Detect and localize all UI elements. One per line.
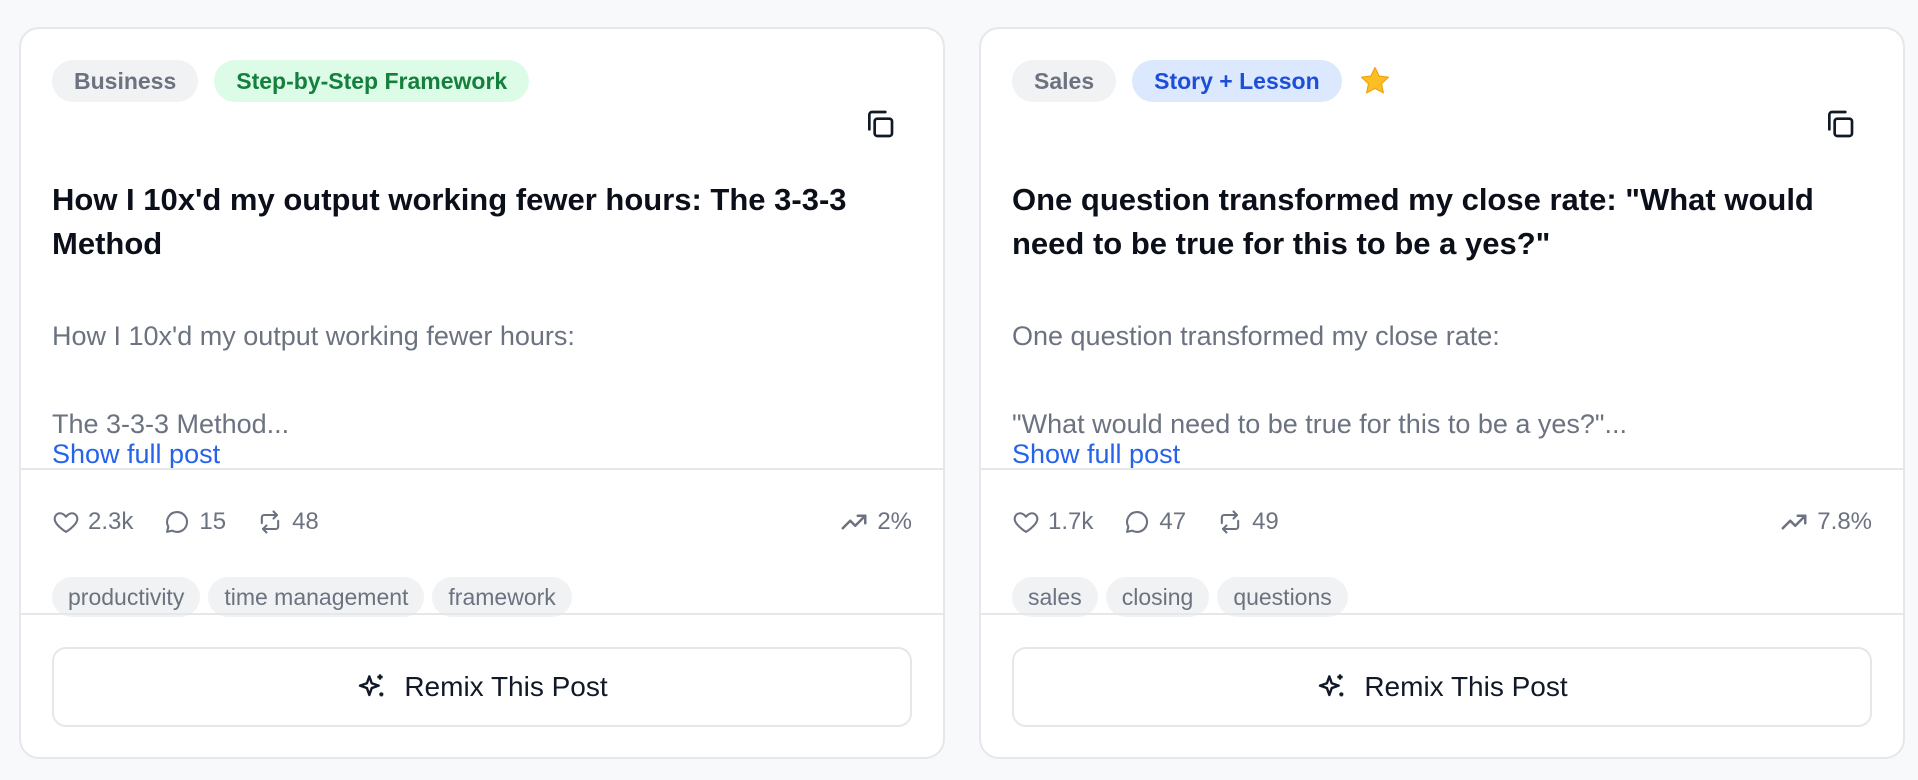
category-badge: Sales xyxy=(1012,60,1117,102)
star-icon xyxy=(1360,66,1389,94)
post-card: Sales Story + Lesson One question transf… xyxy=(979,27,1905,759)
category-badge: Business xyxy=(52,60,199,102)
tag[interactable]: framework xyxy=(432,577,572,617)
copy-button[interactable] xyxy=(1820,104,1860,144)
remix-label: Remix This Post xyxy=(404,671,608,702)
trending-up-icon xyxy=(1781,514,1807,530)
comments-count: 47 xyxy=(1159,508,1187,535)
divider xyxy=(21,613,943,615)
growth-stat: 7.8% xyxy=(1779,507,1872,537)
tag[interactable]: sales xyxy=(1012,577,1098,617)
badge-row: Business Step-by-Step Framework xyxy=(52,60,912,102)
reposts-stat[interactable]: 49 xyxy=(1216,508,1279,536)
sparkles-icon xyxy=(359,674,384,697)
repost-icon xyxy=(260,510,280,534)
remix-label: Remix This Post xyxy=(1364,671,1568,702)
post-card: Business Step-by-Step Framework How I 10… xyxy=(19,27,945,759)
likes-count: 1.7k xyxy=(1048,508,1094,535)
tag[interactable]: closing xyxy=(1105,577,1210,617)
reposts-count: 48 xyxy=(292,508,319,535)
growth-value: 7.8% xyxy=(1817,508,1872,535)
tag-list: productivity time management framework xyxy=(52,577,912,617)
growth-stat: 2% xyxy=(839,507,912,537)
comment-icon xyxy=(166,511,189,533)
copy-icon xyxy=(868,110,894,138)
tag[interactable]: productivity xyxy=(52,577,201,617)
likes-count: 2.3k xyxy=(88,508,134,535)
engagement-stats: 2.3k 15 48 2% xyxy=(52,503,912,541)
heart-icon xyxy=(53,512,79,533)
format-badge: Step-by-Step Framework xyxy=(214,60,530,102)
post-grid: Business Step-by-Step Framework How I 10… xyxy=(0,0,1918,780)
remix-post-button[interactable]: Remix This Post xyxy=(1012,647,1872,727)
comment-icon xyxy=(1126,511,1149,533)
copy-button[interactable] xyxy=(860,104,900,144)
excerpt-line: How I 10x'd my output working fewer hour… xyxy=(52,321,575,351)
divider xyxy=(981,613,1903,615)
trending-up-icon xyxy=(841,514,867,530)
post-excerpt: One question transformed my close rate: … xyxy=(1012,314,1872,446)
tag[interactable]: time management xyxy=(208,577,425,617)
badge-row: Sales Story + Lesson xyxy=(1012,60,1872,102)
divider xyxy=(21,468,943,470)
format-badge: Story + Lesson xyxy=(1132,60,1342,102)
comments-stat[interactable]: 15 xyxy=(163,508,226,536)
comments-stat[interactable]: 47 xyxy=(1123,508,1186,536)
sparkles-icon xyxy=(1319,674,1344,697)
post-title: How I 10x'd my output working fewer hour… xyxy=(52,182,847,261)
repost-icon xyxy=(1220,510,1240,534)
likes-stat[interactable]: 1.7k xyxy=(1012,508,1093,536)
remix-post-button[interactable]: Remix This Post xyxy=(52,647,912,727)
excerpt-line: One question transformed my close rate: xyxy=(1012,321,1500,351)
growth-value: 2% xyxy=(877,508,912,535)
post-title: One question transformed my close rate: … xyxy=(1012,182,1814,261)
divider xyxy=(981,468,1903,470)
reposts-count: 49 xyxy=(1252,508,1279,535)
post-card-body: Business Step-by-Step Framework How I 10… xyxy=(52,60,912,469)
copy-icon xyxy=(1828,110,1854,138)
post-excerpt: How I 10x'd my output working fewer hour… xyxy=(52,314,912,446)
post-card-body: Sales Story + Lesson One question transf… xyxy=(1012,60,1872,469)
likes-stat[interactable]: 2.3k xyxy=(52,508,133,536)
tag[interactable]: questions xyxy=(1217,577,1348,617)
tag-list: sales closing questions xyxy=(1012,577,1872,617)
heart-icon xyxy=(1013,512,1039,533)
comments-count: 15 xyxy=(199,508,227,535)
engagement-stats: 1.7k 47 49 7.8% xyxy=(1012,503,1872,541)
reposts-stat[interactable]: 48 xyxy=(256,508,319,536)
